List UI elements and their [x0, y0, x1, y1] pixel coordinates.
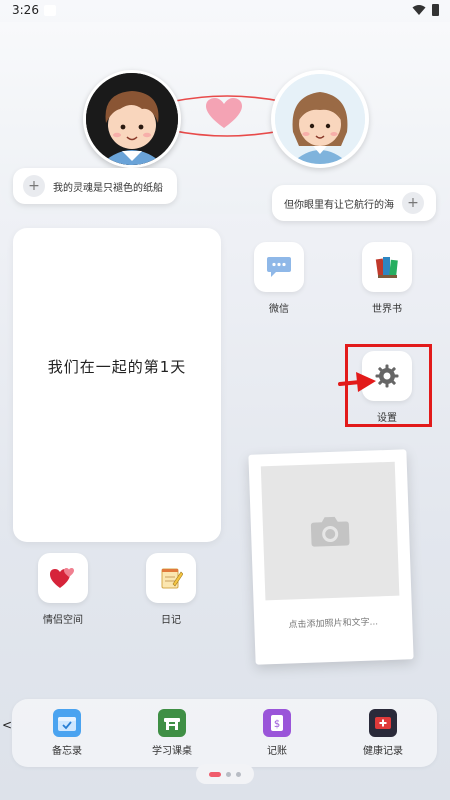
photo-placeholder[interactable] — [260, 461, 400, 601]
dock-label: 记账 — [267, 746, 287, 757]
page-indicator[interactable] — [196, 764, 254, 784]
right-message-text: 但你眼里有让它航行的海 — [284, 199, 394, 211]
couple-space-tile[interactable] — [38, 553, 88, 603]
arrow-icon — [338, 372, 376, 392]
camera-icon — [310, 516, 350, 547]
status-time: 3:26 — [12, 3, 39, 17]
app-wechat[interactable]: 微信 — [239, 242, 319, 315]
wifi-icon — [412, 5, 426, 15]
add-right-icon[interactable]: + — [402, 192, 424, 214]
world-book-label: 世界书 — [372, 304, 402, 315]
page-dot[interactable] — [226, 771, 231, 777]
heart-icon — [206, 98, 242, 128]
wechat-label: 微信 — [269, 304, 289, 315]
world-book-tile[interactable] — [362, 242, 412, 292]
notepad-icon — [161, 568, 183, 589]
battery-icon — [432, 4, 439, 16]
dock-label: 健康记录 — [363, 746, 403, 757]
app-diary[interactable]: 日记 — [131, 553, 211, 626]
dock-label: 学习课桌 — [152, 746, 192, 757]
boy-avatar[interactable] — [83, 70, 181, 168]
couple-space-label: 情侣空间 — [43, 615, 83, 626]
anniversary-text: 我们在一起的第1天 — [47, 358, 187, 376]
dock-health[interactable]: 健康记录 — [343, 709, 423, 757]
girl-avatar[interactable] — [271, 70, 369, 168]
chat-bubble-icon — [267, 257, 291, 277]
accounting-icon: $ — [263, 709, 291, 737]
status-bar: 3:26 — [0, 0, 450, 22]
diary-tile[interactable] — [146, 553, 196, 603]
wechat-tile[interactable] — [254, 242, 304, 292]
chevron-left-icon[interactable]: < — [2, 718, 12, 732]
dock-memo[interactable]: 备忘录 — [27, 709, 107, 757]
books-icon — [375, 257, 398, 278]
health-icon — [369, 709, 397, 737]
svg-text:$: $ — [274, 719, 280, 730]
dock: 备忘录 学习课桌 $ 记账 健康记录 — [12, 699, 437, 767]
photo-caption: 点击添加照片和文字... — [288, 617, 379, 631]
memo-icon — [53, 709, 81, 737]
photo-card[interactable]: 点击添加照片和文字... — [248, 449, 414, 665]
anniversary-widget[interactable]: 我们在一起的第1天 — [13, 228, 221, 542]
app-world-book[interactable]: 世界书 — [347, 242, 427, 315]
diary-label: 日记 — [161, 615, 181, 626]
dock-accounting[interactable]: $ 记账 — [237, 709, 317, 757]
dock-study-desk[interactable]: 学习课桌 — [132, 709, 212, 757]
notification-icon — [44, 5, 56, 16]
right-message-bubble[interactable]: 但你眼里有让它航行的海 + — [272, 185, 436, 221]
hearts-icon — [50, 568, 74, 588]
left-message-text: 我的灵魂是只褪色的纸船 — [53, 182, 163, 194]
dock-label: 备忘录 — [52, 746, 82, 757]
study-desk-icon — [158, 709, 186, 737]
left-message-bubble[interactable]: + 我的灵魂是只褪色的纸船 — [13, 168, 177, 204]
page-dot-active[interactable] — [209, 771, 221, 777]
add-left-icon[interactable]: + — [23, 175, 45, 197]
app-couple-space[interactable]: 情侣空间 — [23, 553, 103, 626]
page-dot[interactable] — [236, 771, 241, 777]
